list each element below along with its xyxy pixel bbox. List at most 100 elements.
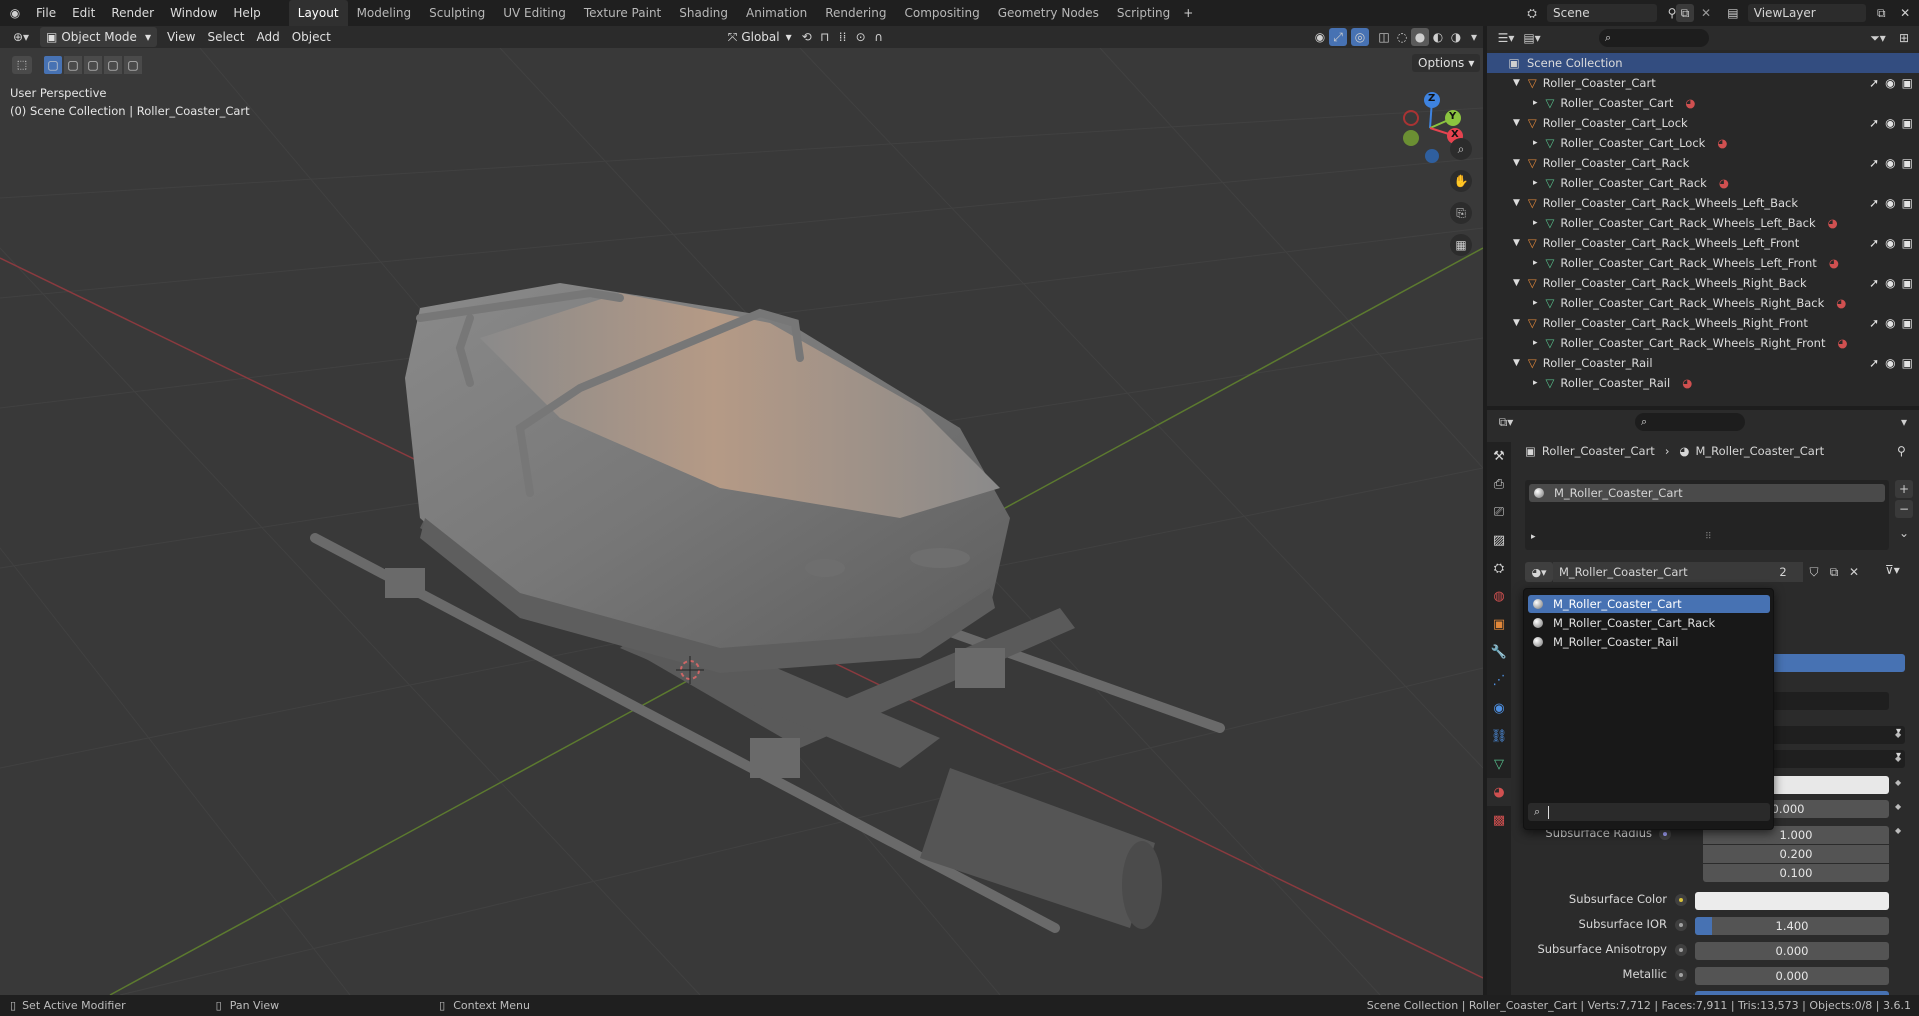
tool-tab-icon[interactable]: ⚒ <box>1487 442 1511 470</box>
outliner-row-mesh[interactable]: ▸ ▽ Roller_Coaster_Cart_Rack_Wheels_Righ… <box>1487 333 1919 353</box>
dropdown-item-material[interactable]: M_Roller_Coaster_Cart_Rack <box>1528 614 1770 632</box>
outliner-row-object[interactable]: ▼ ▽ Roller_Coaster_Cart_Rack ➚ ◉ ▣ <box>1487 153 1919 173</box>
expand-arrow-icon[interactable]: ▸ <box>1533 378 1538 388</box>
collapse-arrow-icon[interactable]: ▼ <box>1513 278 1520 288</box>
duplicate-material-icon[interactable]: ⧉ <box>1825 563 1843 581</box>
camera-render-icon[interactable]: ▣ <box>1902 196 1913 210</box>
eye-icon[interactable]: ◉ <box>1885 76 1895 90</box>
add-menu[interactable]: Add <box>250 27 285 47</box>
unlink-material-icon[interactable]: ✕ <box>1845 563 1863 581</box>
material-icon[interactable]: ◕ <box>1685 96 1695 110</box>
object-mode-dropdown[interactable]: ▣ Object Mode ▾ <box>40 27 157 47</box>
particles-tab-icon[interactable]: ⋰ <box>1487 666 1511 694</box>
select-new-icon[interactable]: ▢ <box>44 56 62 74</box>
expand-arrow-icon[interactable]: ▸ <box>1533 298 1538 308</box>
eye-icon[interactable]: ◉ <box>1885 276 1895 290</box>
selection-mode-group[interactable]: ▢ ▢ ▢ ▢ ▢ <box>44 56 142 74</box>
material-slot-list[interactable]: M_Roller_Coaster_Cart ▸ ⠿ <box>1525 480 1889 550</box>
resize-grip-icon[interactable]: ⠿ <box>1705 532 1712 542</box>
selectable-arrow-icon[interactable]: ➚ <box>1869 76 1879 90</box>
collapse-arrow-icon[interactable]: ▼ <box>1513 118 1520 128</box>
subsurface-radius-z[interactable]: 0.100 <box>1703 864 1889 882</box>
expand-arrow-icon[interactable]: ▸ <box>1533 138 1538 148</box>
delete-viewlayer-icon[interactable]: ✕ <box>1896 4 1914 22</box>
camera-render-icon[interactable]: ▣ <box>1902 116 1913 130</box>
select-difference-icon[interactable]: ▢ <box>104 56 122 74</box>
snap-target-icon[interactable]: ⁞⁞ <box>834 28 852 46</box>
new-scene-button[interactable]: ⧉ <box>1676 4 1694 22</box>
outliner-row-mesh[interactable]: ▸ ▽ Roller_Coaster_Rail ◕ <box>1487 373 1919 393</box>
subsurface-ior-socket-icon[interactable] <box>1675 919 1687 931</box>
render-tab-icon[interactable]: ⎙ <box>1487 470 1511 498</box>
camera-render-icon[interactable]: ▣ <box>1902 76 1913 90</box>
expand-arrow-icon[interactable]: ▸ <box>1533 178 1538 188</box>
camera-icon[interactable]: ⎘ <box>1450 202 1472 224</box>
outliner-row-mesh[interactable]: ▸ ▽ Roller_Coaster_Cart_Rack_Wheels_Left… <box>1487 213 1919 233</box>
camera-render-icon[interactable]: ▣ <box>1902 236 1913 250</box>
display-mode-icon[interactable]: ▤▾ <box>1523 29 1541 47</box>
selectable-arrow-icon[interactable]: ➚ <box>1869 356 1879 370</box>
workspace-tab-compositing[interactable]: Compositing <box>895 0 988 26</box>
select-subtract-icon[interactable]: ▢ <box>84 56 102 74</box>
pan-hand-icon[interactable]: ✋ <box>1450 170 1472 192</box>
3d-viewport[interactable]: ⬚ ▢ ▢ ▢ ▢ ▢ Options ▾ User Perspective (0… <box>0 48 1483 995</box>
subsurface-radius-y[interactable]: 0.200 <box>1703 845 1889 863</box>
metallic-field[interactable]: 0.000 <box>1695 967 1889 985</box>
outliner-row-object[interactable]: ▼ ▽ Roller_Coaster_Cart_Rack_Wheels_Left… <box>1487 233 1919 253</box>
material-tab-icon[interactable]: ◕ <box>1487 778 1511 806</box>
eye-icon[interactable]: ◉ <box>1885 116 1895 130</box>
selectable-arrow-icon[interactable]: ➚ <box>1869 116 1879 130</box>
menu-window[interactable]: Window <box>162 0 225 26</box>
zoom-icon[interactable]: ⌕ <box>1450 138 1472 160</box>
material-icon[interactable]: ◕ <box>1719 176 1729 190</box>
outliner-search[interactable]: ⌕ <box>1599 29 1709 47</box>
object-tab-icon[interactable]: ▣ <box>1487 610 1511 638</box>
outliner-row-object[interactable]: ▼ ▽ Roller_Coaster_Cart_Rack_Wheels_Righ… <box>1487 273 1919 293</box>
rendered-shading-icon[interactable]: ◑ <box>1447 28 1465 46</box>
collapse-arrow-icon[interactable]: ▼ <box>1513 318 1520 328</box>
outliner-row-mesh[interactable]: ▸ ▽ Roller_Coaster_Cart ◕ <box>1487 93 1919 113</box>
view-menu[interactable]: View <box>161 27 201 47</box>
subsurface-color-socket-icon[interactable] <box>1675 894 1687 906</box>
collapse-arrow-icon[interactable]: ▼ <box>1513 358 1520 368</box>
eye-icon[interactable]: ◉ <box>1885 156 1895 170</box>
material-name-field[interactable]: M_Roller_Coaster_Cart <box>1553 562 1763 582</box>
scene-selector[interactable]: ⛭ Scene ⚲ <box>1523 3 1683 23</box>
keyframe-dot-icon[interactable]: ◆ <box>1895 826 1901 835</box>
dropdown-search-field[interactable]: ⌕ <box>1528 803 1770 821</box>
material-icon[interactable]: ◕ <box>1828 216 1838 230</box>
outliner-row-object[interactable]: ▼ ▽ Roller_Coaster_Cart_Rack_Wheels_Righ… <box>1487 313 1919 333</box>
visibility-icon[interactable]: ◉ <box>1311 28 1329 46</box>
remove-slot-icon[interactable]: − <box>1895 500 1913 518</box>
workspace-tab-sculpting[interactable]: Sculpting <box>420 0 494 26</box>
material-icon[interactable]: ◕ <box>1717 136 1727 150</box>
eye-icon[interactable]: ◉ <box>1885 356 1895 370</box>
eye-icon[interactable]: ◉ <box>1885 196 1895 210</box>
expand-list-icon[interactable]: ▸ <box>1531 532 1536 542</box>
select-tool-icon[interactable]: ⬚ <box>12 56 32 74</box>
outliner-row-mesh[interactable]: ▸ ▽ Roller_Coaster_Cart_Rack_Wheels_Left… <box>1487 253 1919 273</box>
dropdown-item-material[interactable]: M_Roller_Coaster_Rail <box>1528 633 1770 651</box>
xray-icon[interactable]: ◫ <box>1375 28 1393 46</box>
physics-tab-icon[interactable]: ◉ <box>1487 694 1511 722</box>
keyframe-dot-icon[interactable]: ◆ <box>1895 802 1901 811</box>
scene-name[interactable]: Scene <box>1547 4 1657 22</box>
outliner-row-object[interactable]: ▼ ▽ Roller_Coaster_Cart_Rack_Wheels_Left… <box>1487 193 1919 213</box>
camera-render-icon[interactable]: ▣ <box>1902 276 1913 290</box>
menu-help[interactable]: Help <box>225 0 268 26</box>
delete-scene-icon[interactable]: ✕ <box>1697 4 1715 22</box>
slot-menu-icon[interactable]: ⌄ <box>1895 524 1913 542</box>
outliner-row-object[interactable]: ▼ ▽ Roller_Coaster_Rail ➚ ◉ ▣ <box>1487 353 1919 373</box>
metallic-socket-icon[interactable] <box>1675 969 1687 981</box>
workspace-tab-geometry-nodes[interactable]: Geometry Nodes <box>989 0 1108 26</box>
selectable-arrow-icon[interactable]: ➚ <box>1869 316 1879 330</box>
new-collection-icon[interactable]: ⊞ <box>1895 29 1913 47</box>
menu-edit[interactable]: Edit <box>64 0 103 26</box>
expand-arrow-icon[interactable]: ▸ <box>1533 98 1538 108</box>
overlay-toggle-icon[interactable]: ◎ <box>1351 28 1369 46</box>
keyframe-dot-icon[interactable]: ◆ <box>1895 778 1901 787</box>
workspace-tab-uv-editing[interactable]: UV Editing <box>494 0 575 26</box>
viewlayer-selector[interactable]: ▤ ViewLayer ⧉ ✕ <box>1724 3 1914 23</box>
filter-icon[interactable]: ⏷▾ <box>1869 29 1887 47</box>
subsurface-anisotropy-socket-icon[interactable] <box>1675 944 1687 956</box>
